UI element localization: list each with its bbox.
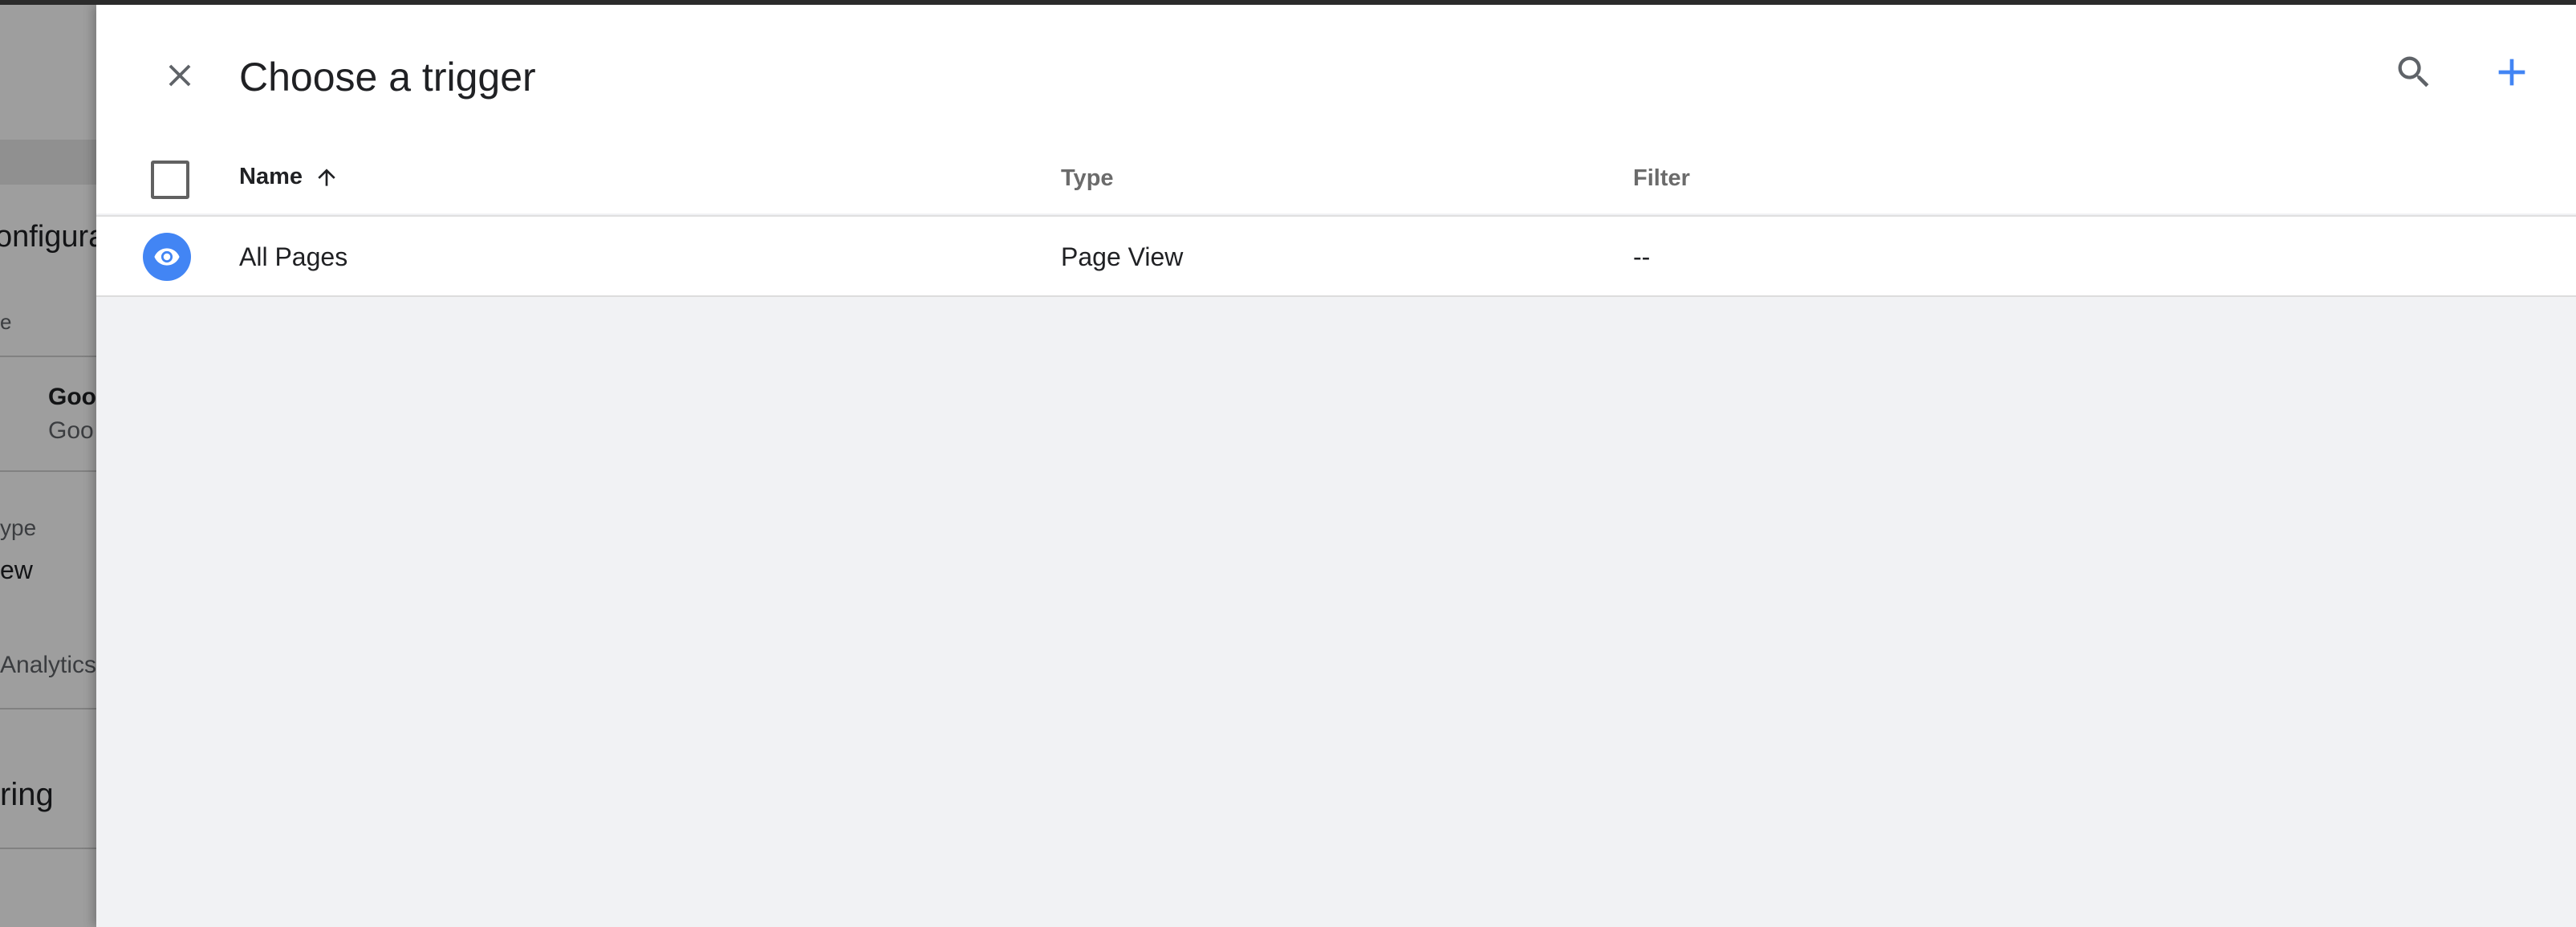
add-trigger-button[interactable] (2480, 42, 2544, 106)
column-header-filter[interactable]: Filter (1633, 165, 1690, 192)
close-icon (161, 57, 198, 98)
row-type: Page View (1061, 242, 1184, 271)
column-header-type[interactable]: Type (1061, 165, 1114, 192)
column-header-name[interactable]: Name (239, 164, 339, 190)
table-row[interactable]: All Pages Page View -- (96, 217, 2576, 297)
sort-ascending-icon (314, 165, 339, 190)
top-bar (0, 0, 2576, 5)
close-button[interactable] (148, 45, 212, 109)
row-name: All Pages (239, 242, 348, 271)
panel-header: Choose a trigger Name Type Filter (96, 5, 2576, 217)
row-filter: -- (1633, 242, 1651, 271)
table-header: Name Type Filter (96, 143, 2576, 217)
eye-icon (143, 233, 191, 281)
add-icon (2489, 50, 2534, 99)
column-header-name-label: Name (239, 164, 303, 189)
search-icon (2393, 51, 2435, 97)
select-all-checkbox[interactable] (151, 161, 189, 199)
choose-trigger-panel: Choose a trigger Name Type Filter All Pa… (96, 5, 2576, 927)
search-button[interactable] (2382, 42, 2446, 106)
panel-title: Choose a trigger (239, 55, 536, 100)
